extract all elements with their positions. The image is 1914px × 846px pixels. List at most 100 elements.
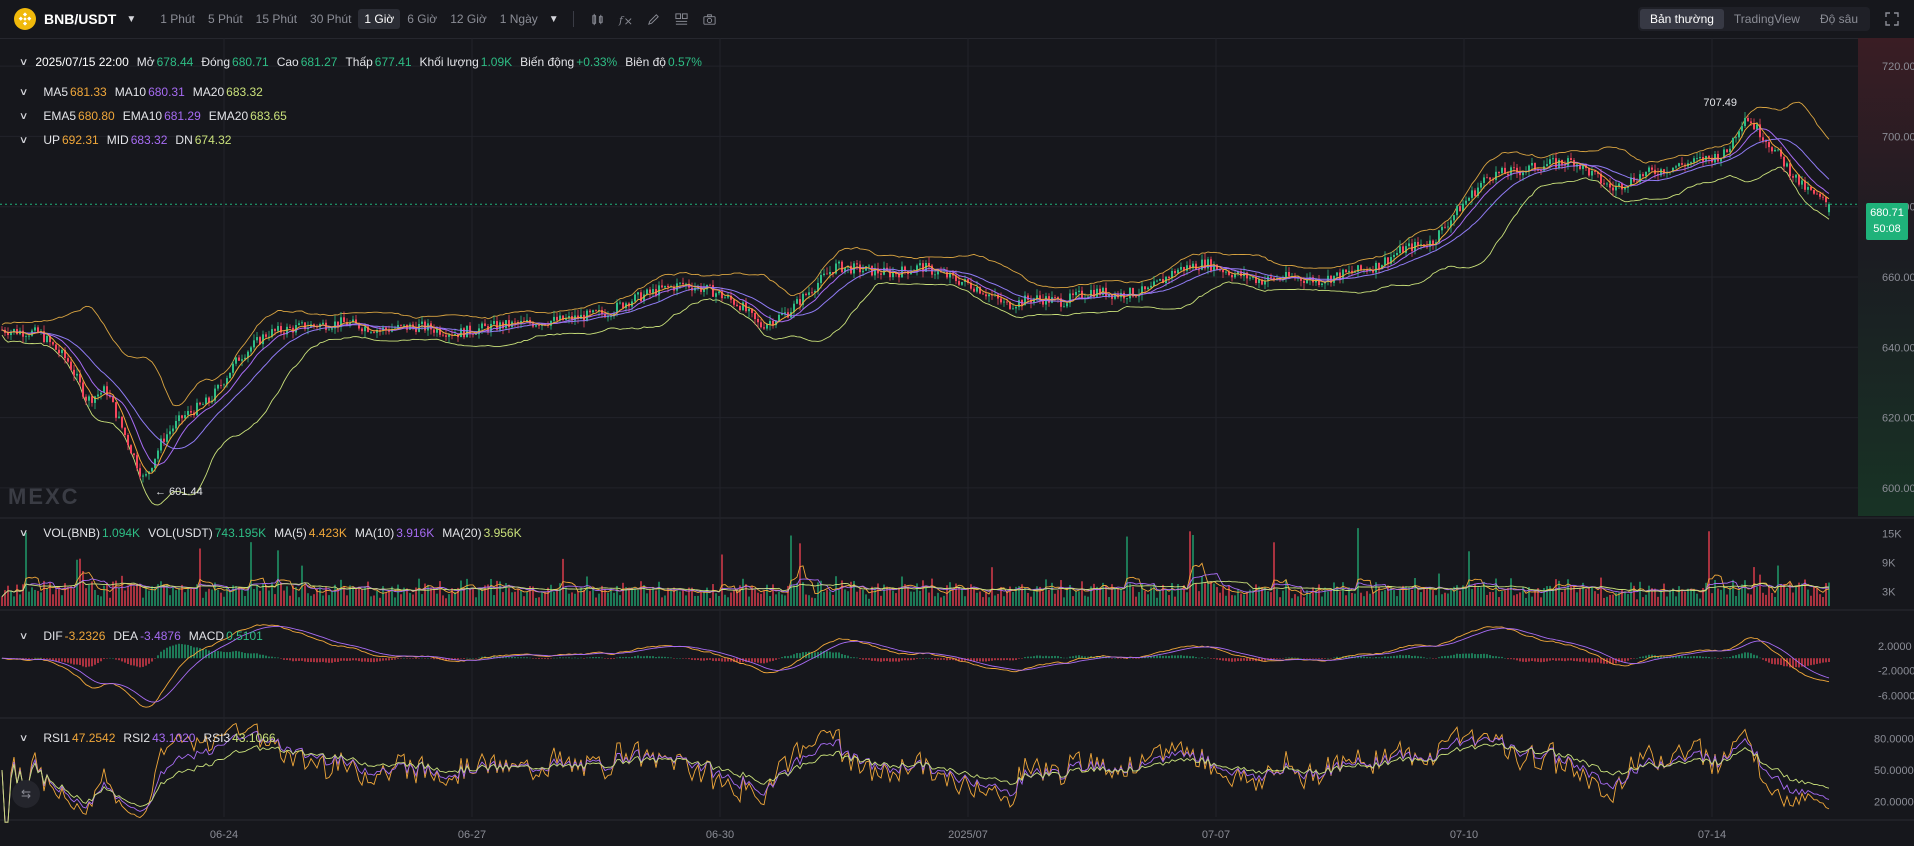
interval-dropdown-icon[interactable]: ▼ <box>549 14 559 25</box>
macd-histogram-bar <box>139 658 141 668</box>
volume-bar <box>40 592 42 606</box>
macd-histogram-bar <box>685 658 687 659</box>
candle-body <box>406 324 408 330</box>
macd-histogram-bar <box>1417 656 1419 659</box>
volume-bar <box>1108 597 1110 606</box>
dea-label: DEA <box>113 629 139 643</box>
layout-icon[interactable] <box>668 7 696 31</box>
volume-bar <box>121 575 123 606</box>
macd-histogram-bar <box>1702 656 1704 659</box>
pair-selector[interactable]: BNB/USDT <box>44 11 116 27</box>
macd-histogram-bar <box>1777 658 1779 665</box>
view-tab[interactable]: Bản thường <box>1639 9 1724 29</box>
candle-body <box>880 273 882 275</box>
candle-body <box>634 294 636 302</box>
collapse-chevron-icon[interactable]: ∨ <box>19 631 29 642</box>
volume-bar <box>283 590 285 606</box>
volume-bar <box>814 598 816 606</box>
volume-bar <box>724 594 726 606</box>
macd-histogram-bar <box>607 658 609 659</box>
macd-histogram-bar <box>523 657 525 659</box>
volume-bar <box>637 589 639 606</box>
candle-body <box>649 289 651 294</box>
collapse-chevron-icon[interactable]: ∨ <box>19 57 29 68</box>
macd-histogram-bar <box>1489 655 1491 659</box>
interval-tab[interactable]: 1 Giờ <box>358 9 401 29</box>
interval-tab[interactable]: 1 Phút <box>154 9 201 29</box>
volume-bar <box>730 592 732 606</box>
view-tab[interactable]: TradingView <box>1724 9 1810 29</box>
macd-histogram-bar <box>586 657 588 659</box>
volume-bar <box>1198 591 1200 606</box>
volume-bar <box>190 588 192 606</box>
macd-histogram-bar <box>997 658 999 661</box>
macd-histogram-bar <box>1582 658 1584 662</box>
collapse-chevron-icon[interactable]: ∨ <box>19 87 29 98</box>
collapse-chevron-icon[interactable]: ∨ <box>19 135 29 146</box>
macd-histogram-bar <box>538 658 540 660</box>
collapse-chevron-icon[interactable]: ∨ <box>19 528 29 539</box>
macd-histogram-bar <box>1120 658 1122 659</box>
candle-body <box>1465 200 1467 204</box>
macd-histogram-bar <box>1759 657 1761 659</box>
indicator-icon[interactable]: f <box>612 7 640 31</box>
volume-bar <box>658 581 660 606</box>
macd-histogram-bar <box>94 658 96 665</box>
candle-body <box>553 316 555 321</box>
macd-histogram-bar <box>1630 658 1632 660</box>
volume-bar <box>337 588 339 606</box>
macd-histogram-bar <box>1753 654 1755 659</box>
volume-bar <box>538 597 540 606</box>
interval-tab[interactable]: 15 Phút <box>250 9 303 29</box>
macd-histogram-bar <box>883 658 885 662</box>
volume-bar <box>472 587 474 606</box>
mexc-watermark: MEXC <box>8 484 80 509</box>
chart-canvas[interactable]: 600.00620.00640.00660.00680.00700.00720.… <box>0 38 1914 846</box>
candle-body <box>715 293 717 297</box>
toolbar-divider <box>572 11 574 27</box>
macd-histogram-bar <box>1318 658 1320 659</box>
camera-icon[interactable] <box>696 7 724 31</box>
interval-tab[interactable]: 5 Phút <box>202 9 249 29</box>
macd-histogram-bar <box>1552 658 1554 661</box>
volume-bar <box>211 589 213 606</box>
volume-bar <box>1810 595 1812 606</box>
macd-histogram-bar <box>1531 658 1533 661</box>
candle-body <box>1399 246 1401 253</box>
draw-icon[interactable] <box>640 7 668 31</box>
interval-tab[interactable]: 12 Giờ <box>444 9 493 29</box>
interval-tab[interactable]: 30 Phút <box>304 9 357 29</box>
volume-bar <box>250 542 252 606</box>
volume-bar <box>331 591 333 606</box>
volume-bar <box>1135 596 1137 606</box>
volume-bar <box>1255 584 1257 606</box>
candle-body <box>976 287 978 292</box>
candle-body <box>778 314 780 321</box>
interval-tab[interactable]: 1 Ngày <box>494 9 544 29</box>
candle-body <box>1054 297 1056 298</box>
macd-histogram-bar <box>1576 658 1578 662</box>
macd-histogram-bar <box>1588 658 1590 663</box>
macd-histogram-bar <box>1162 655 1164 659</box>
pair-dropdown-icon[interactable]: ▼ <box>126 14 136 25</box>
macd-histogram-bar <box>1378 657 1380 659</box>
candle-body <box>1621 183 1623 190</box>
collapse-chevron-icon[interactable]: ∨ <box>19 733 29 744</box>
volume-bar <box>1609 594 1611 606</box>
view-tab[interactable]: Độ sâu <box>1810 9 1868 29</box>
legend-low-value: 677.41 <box>374 55 412 69</box>
candle-type-icon[interactable] <box>584 7 612 31</box>
candle-body <box>322 322 324 325</box>
candle-body <box>619 302 621 304</box>
macd-histogram-bar <box>511 657 513 659</box>
volume-bar <box>1657 596 1659 606</box>
fullscreen-icon[interactable] <box>1884 11 1900 27</box>
collapse-chevron-icon[interactable]: ∨ <box>19 111 29 122</box>
volume-bar <box>910 591 912 606</box>
settings-toggle-icon[interactable]: ⇆ <box>12 780 40 808</box>
macd-histogram-bar <box>1180 655 1182 659</box>
candle-body <box>172 428 174 432</box>
volume-bar <box>1273 542 1275 606</box>
volume-bar <box>220 592 222 606</box>
interval-tab[interactable]: 6 Giờ <box>401 9 443 29</box>
